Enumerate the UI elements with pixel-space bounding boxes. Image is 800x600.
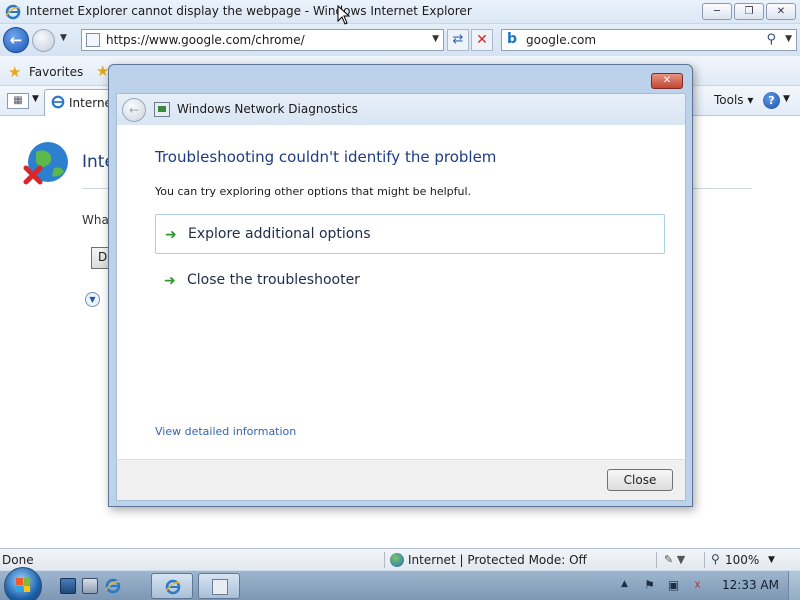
protected-mode-icon[interactable]: ✎ ▼ <box>664 553 685 566</box>
network-tray-icon[interactable]: ▣ <box>666 578 681 593</box>
start-button[interactable] <box>4 567 42 600</box>
zoom-level[interactable]: 100% <box>725 553 759 567</box>
option-label: Close the troubleshooter <box>187 272 360 288</box>
zoom-icon[interactable]: ⚲ <box>711 552 720 566</box>
search-dropdown-icon[interactable]: ▼ <box>785 34 792 44</box>
dialog-heading: Troubleshooting couldn't identify the pr… <box>155 148 497 166</box>
close-troubleshooter-link[interactable]: ➜ Close the troubleshooter <box>155 261 665 301</box>
taskbar: ▲ ⚑ ▣ ☓ 12:33 AM <box>0 567 800 600</box>
zoom-dropdown-icon[interactable]: ▼ <box>768 555 775 565</box>
volume-muted-icon[interactable]: ☓ <box>690 578 705 593</box>
star-icon[interactable]: ★ <box>8 63 21 81</box>
diagnose-button-label: D <box>98 250 108 264</box>
option-label: Explore additional options <box>188 226 371 242</box>
status-divider <box>656 552 657 568</box>
tools-label: Tools <box>714 93 744 107</box>
favorites-button[interactable]: Favorites <box>29 65 83 79</box>
help-dropdown-icon[interactable]: ▼ <box>783 94 790 104</box>
status-text: Done <box>2 553 34 567</box>
page-question: Wha <box>82 213 109 227</box>
back-button[interactable]: ← <box>3 27 29 53</box>
ie-title-bar: Internet Explorer cannot display the web… <box>0 0 800 24</box>
green-arrow-icon: ➜ <box>165 227 177 243</box>
back-arrow-icon: ← <box>9 31 23 49</box>
minimize-button[interactable]: ─ <box>702 3 732 20</box>
stop-icon: ✕ <box>476 32 488 48</box>
ie-logo-icon <box>51 95 65 109</box>
forward-button[interactable] <box>32 29 55 52</box>
address-bar[interactable]: https://www.google.com/chrome/ ▼ <box>81 29 444 51</box>
ie-logo-icon <box>5 4 21 20</box>
dialog-back-button[interactable]: ← <box>122 98 146 122</box>
status-divider <box>704 552 705 568</box>
network-diagnostics-icon <box>154 102 170 117</box>
window-switcher-icon[interactable] <box>82 578 98 594</box>
dialog-close-icon[interactable]: ✕ <box>651 73 683 89</box>
taskbar-diagnostics-button[interactable] <box>198 573 240 599</box>
quick-tabs-icon[interactable]: ▦ <box>7 93 29 109</box>
window-controls: ─ ❐ ✕ <box>702 3 796 20</box>
expand-more-icon[interactable]: ▼ <box>85 292 100 307</box>
page-icon <box>86 33 100 47</box>
search-input[interactable]: google.com <box>526 33 596 47</box>
restore-button[interactable]: ❐ <box>734 3 764 20</box>
globe-error-icon <box>23 142 68 185</box>
close-button[interactable]: Close <box>607 469 673 491</box>
window-title: Internet Explorer cannot display the web… <box>26 4 472 18</box>
history-dropdown-icon[interactable]: ▼ <box>60 33 67 43</box>
windows-logo-icon <box>16 578 30 592</box>
refresh-icon: ⇄ <box>452 32 464 47</box>
status-divider <box>384 552 385 568</box>
refresh-button[interactable]: ⇄ <box>447 29 469 51</box>
clock[interactable]: 12:33 AM <box>722 578 779 592</box>
dialog-header: ← Windows Network Diagnostics <box>116 93 686 126</box>
view-details-link[interactable]: View detailed information <box>155 425 296 438</box>
address-text[interactable]: https://www.google.com/chrome/ <box>106 33 305 47</box>
help-icon: ? <box>768 94 775 107</box>
browser-tab[interactable]: Internet <box>44 89 117 116</box>
stop-button[interactable]: ✕ <box>471 29 493 51</box>
ie-logo-icon <box>165 579 181 595</box>
show-hidden-icons[interactable]: ▲ <box>621 579 628 589</box>
green-arrow-icon: ➜ <box>164 273 176 289</box>
address-dropdown-icon[interactable]: ▼ <box>432 34 439 44</box>
show-desktop-icon[interactable] <box>60 578 76 594</box>
bing-logo-icon: b <box>507 31 518 47</box>
show-desktop-button[interactable] <box>788 571 800 600</box>
close-window-button[interactable]: ✕ <box>766 3 796 20</box>
ie-quicklaunch-icon[interactable] <box>105 578 121 594</box>
mouse-cursor-icon <box>337 5 351 25</box>
security-zone[interactable]: Internet | Protected Mode: Off <box>408 553 587 567</box>
dialog-title: Windows Network Diagnostics <box>177 102 358 116</box>
search-box[interactable]: b google.com ⚲ ▼ <box>501 29 797 51</box>
dialog-body: Troubleshooting couldn't identify the pr… <box>116 125 686 459</box>
explore-options-link[interactable]: ➜ Explore additional options <box>155 214 665 254</box>
status-bar: Done Internet | Protected Mode: Off ✎ ▼ … <box>0 548 800 570</box>
navigation-bar: ← ▼ https://www.google.com/chrome/ ▼ ⇄ ✕… <box>0 24 800 56</box>
tab-list-dropdown-icon[interactable]: ▼ <box>32 94 39 104</box>
dialog-subtext: You can try exploring other options that… <box>155 185 472 198</box>
search-icon[interactable]: ⚲ <box>766 32 776 47</box>
dialog-footer: Close <box>116 459 686 501</box>
taskbar-ie-button[interactable] <box>151 573 193 599</box>
network-diagnostics-dialog: ✕ ← Windows Network Diagnostics Troubles… <box>108 64 693 507</box>
help-button[interactable]: ? <box>763 92 780 109</box>
tools-menu[interactable]: Tools ▾ <box>714 93 753 107</box>
action-center-flag-icon[interactable]: ⚑ <box>642 578 657 593</box>
internet-zone-icon <box>390 553 404 567</box>
network-diagnostics-icon <box>212 579 228 595</box>
